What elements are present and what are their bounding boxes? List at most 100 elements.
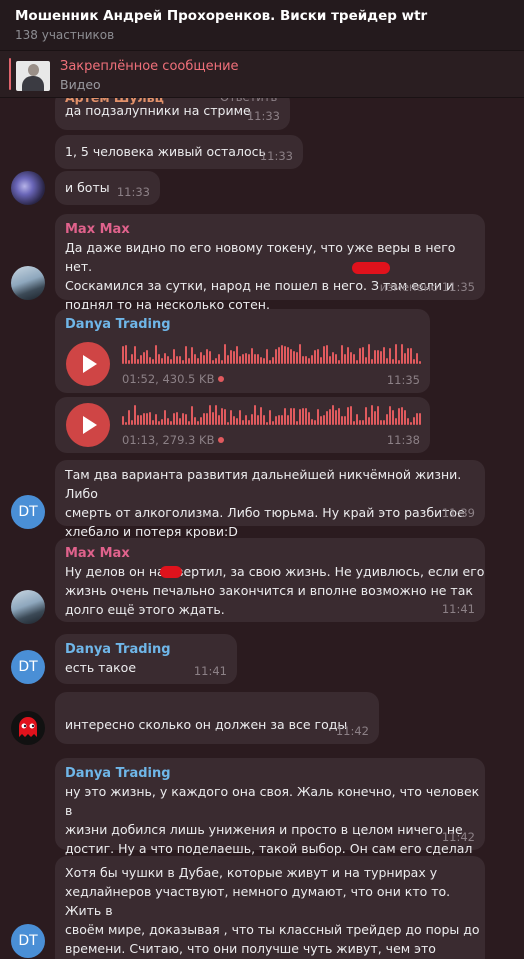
waveform-bar	[377, 350, 379, 364]
message-bubble[interactable]: Danya Trading есть такое 11:41	[55, 634, 237, 684]
user-avatar[interactable]: DT	[11, 924, 45, 958]
waveform-bar	[155, 414, 157, 425]
waveform-bar	[314, 350, 316, 364]
waveform-bar	[191, 406, 193, 425]
message-time: 11:33	[259, 149, 293, 163]
waveform-bar	[158, 421, 160, 425]
waveform-bar	[305, 356, 307, 364]
waveform-bar	[323, 346, 325, 364]
waveform-bar	[419, 413, 421, 425]
voice-message-bubble[interactable]: 01:13, 279.3 KB 11:38	[55, 397, 430, 453]
sender-name[interactable]: Danya Trading	[65, 315, 171, 334]
waveform-bar	[257, 415, 259, 425]
sender-name[interactable]: Max Max	[65, 220, 130, 239]
sender-name[interactable]: Max Max	[65, 544, 130, 563]
waveform-bar	[272, 421, 274, 425]
user-avatar[interactable]	[11, 171, 45, 205]
waveform-bar	[203, 355, 205, 364]
user-avatar[interactable]: DT	[11, 495, 45, 529]
waveform-bar	[200, 417, 202, 425]
message-text: Ну делов он нах вертил, за свою жизнь. Н…	[65, 564, 485, 617]
waveform-bar	[299, 409, 301, 425]
waveform-bar	[173, 413, 175, 425]
waveform-bar	[209, 405, 211, 425]
sender-name[interactable]: Danya Trading	[65, 640, 171, 659]
voice-message-bubble[interactable]: Danya Trading 01:52, 430.5 KB 11:35	[55, 309, 430, 393]
waveform-bar	[248, 354, 250, 364]
message-bubble[interactable]: Max Max Да даже видно по его новому токе…	[55, 214, 485, 312]
waveform-bar	[185, 346, 187, 364]
waveform-bar	[254, 405, 256, 425]
message-bubble[interactable]: Danya Trading ну это жизнь, у каждого он…	[55, 758, 485, 856]
play-icon[interactable]	[66, 342, 110, 386]
pinned-indicator	[9, 58, 11, 90]
waveform-bar	[392, 359, 394, 364]
waveform-bar	[131, 420, 133, 425]
message-bubble[interactable]: и боты 11:33	[55, 171, 160, 205]
waveform-bar	[257, 354, 259, 364]
waveform-bar	[368, 417, 370, 425]
message-bubble[interactable]: Хотя бы чушки в Дубае, которые живут и н…	[55, 856, 485, 959]
waveform-bar	[182, 413, 184, 425]
member-count: 138 участников	[15, 28, 115, 42]
waveform-bar	[332, 405, 334, 425]
waveform-bar	[170, 421, 172, 425]
waveform-bar	[314, 420, 316, 425]
waveform-bar	[197, 358, 199, 364]
message-bubble[interactable]: Там два варианта развития дальнейшей ник…	[55, 460, 485, 539]
user-avatar[interactable]	[11, 590, 45, 624]
user-avatar[interactable]	[11, 711, 45, 745]
waveform-bar	[203, 413, 205, 425]
waveform-bar	[302, 356, 304, 364]
waveform-bar	[233, 416, 235, 425]
message-text: Хотя бы чушки в Дубае, которые живут и н…	[65, 865, 480, 956]
waveform-bar	[212, 412, 214, 425]
waveform-bar	[398, 408, 400, 425]
voice-duration: 01:13, 279.3 KB	[122, 431, 225, 450]
message-bubble[interactable]: 1, 5 человека живый осталось 11:33	[55, 135, 303, 169]
message-time: 11:41	[441, 602, 475, 616]
message-bubble[interactable]: Max Max Ну делов он нах вертил, за свою …	[55, 538, 485, 622]
waveform-bar	[332, 352, 334, 364]
message-time: 11:35	[386, 373, 420, 387]
waveform-bar	[326, 411, 328, 425]
waveform-bar	[311, 419, 313, 425]
waveform-bar	[296, 352, 298, 364]
waveform-bar	[278, 415, 280, 425]
waveform-bar	[221, 360, 223, 364]
pinned-message-bar[interactable]: Закреплённое сообщение Видео	[0, 51, 524, 98]
waveform-bar	[347, 347, 349, 364]
play-icon[interactable]	[66, 403, 110, 447]
chat-header[interactable]: Мошенник Андрей Прохоренков. Виски трейд…	[0, 0, 524, 51]
sender-name[interactable]: Danya Trading	[65, 764, 171, 783]
waveform-bar	[389, 406, 391, 425]
message-bubble[interactable]: интересно сколько он должен за все годы …	[55, 692, 379, 744]
waveform-bar	[350, 406, 352, 425]
waveform-bar	[248, 420, 250, 425]
waveform-bar	[299, 344, 301, 364]
waveform-bar	[371, 405, 373, 425]
waveform-bar	[392, 410, 394, 425]
user-avatar[interactable]: DT	[11, 650, 45, 684]
message-text: да подзалупники на стриме	[65, 103, 251, 118]
waveform-bar	[206, 349, 208, 364]
waveform-bar	[365, 357, 367, 364]
voice-waveform[interactable]	[122, 403, 422, 425]
message-bubble[interactable]: Артём Шульц Ответить да подзалупники на …	[55, 98, 290, 130]
waveform-bar	[128, 410, 130, 425]
waveform-bar	[140, 415, 142, 425]
message-time: 11:39	[441, 506, 475, 520]
message-list[interactable]: Артём Шульц Ответить да подзалупники на …	[0, 98, 524, 959]
waveform-bar	[152, 420, 154, 425]
waveform-bar	[251, 414, 253, 425]
message-time: изменено 11:35	[379, 280, 475, 294]
waveform-bar	[272, 357, 274, 364]
user-avatar[interactable]	[11, 266, 45, 300]
message-time: 11:41	[193, 664, 227, 678]
waveform-bar	[368, 344, 370, 364]
voice-waveform[interactable]	[122, 342, 422, 364]
waveform-bar	[134, 346, 136, 364]
waveform-bar	[263, 415, 265, 425]
waveform-bar	[371, 359, 373, 364]
waveform-bar	[125, 422, 127, 425]
